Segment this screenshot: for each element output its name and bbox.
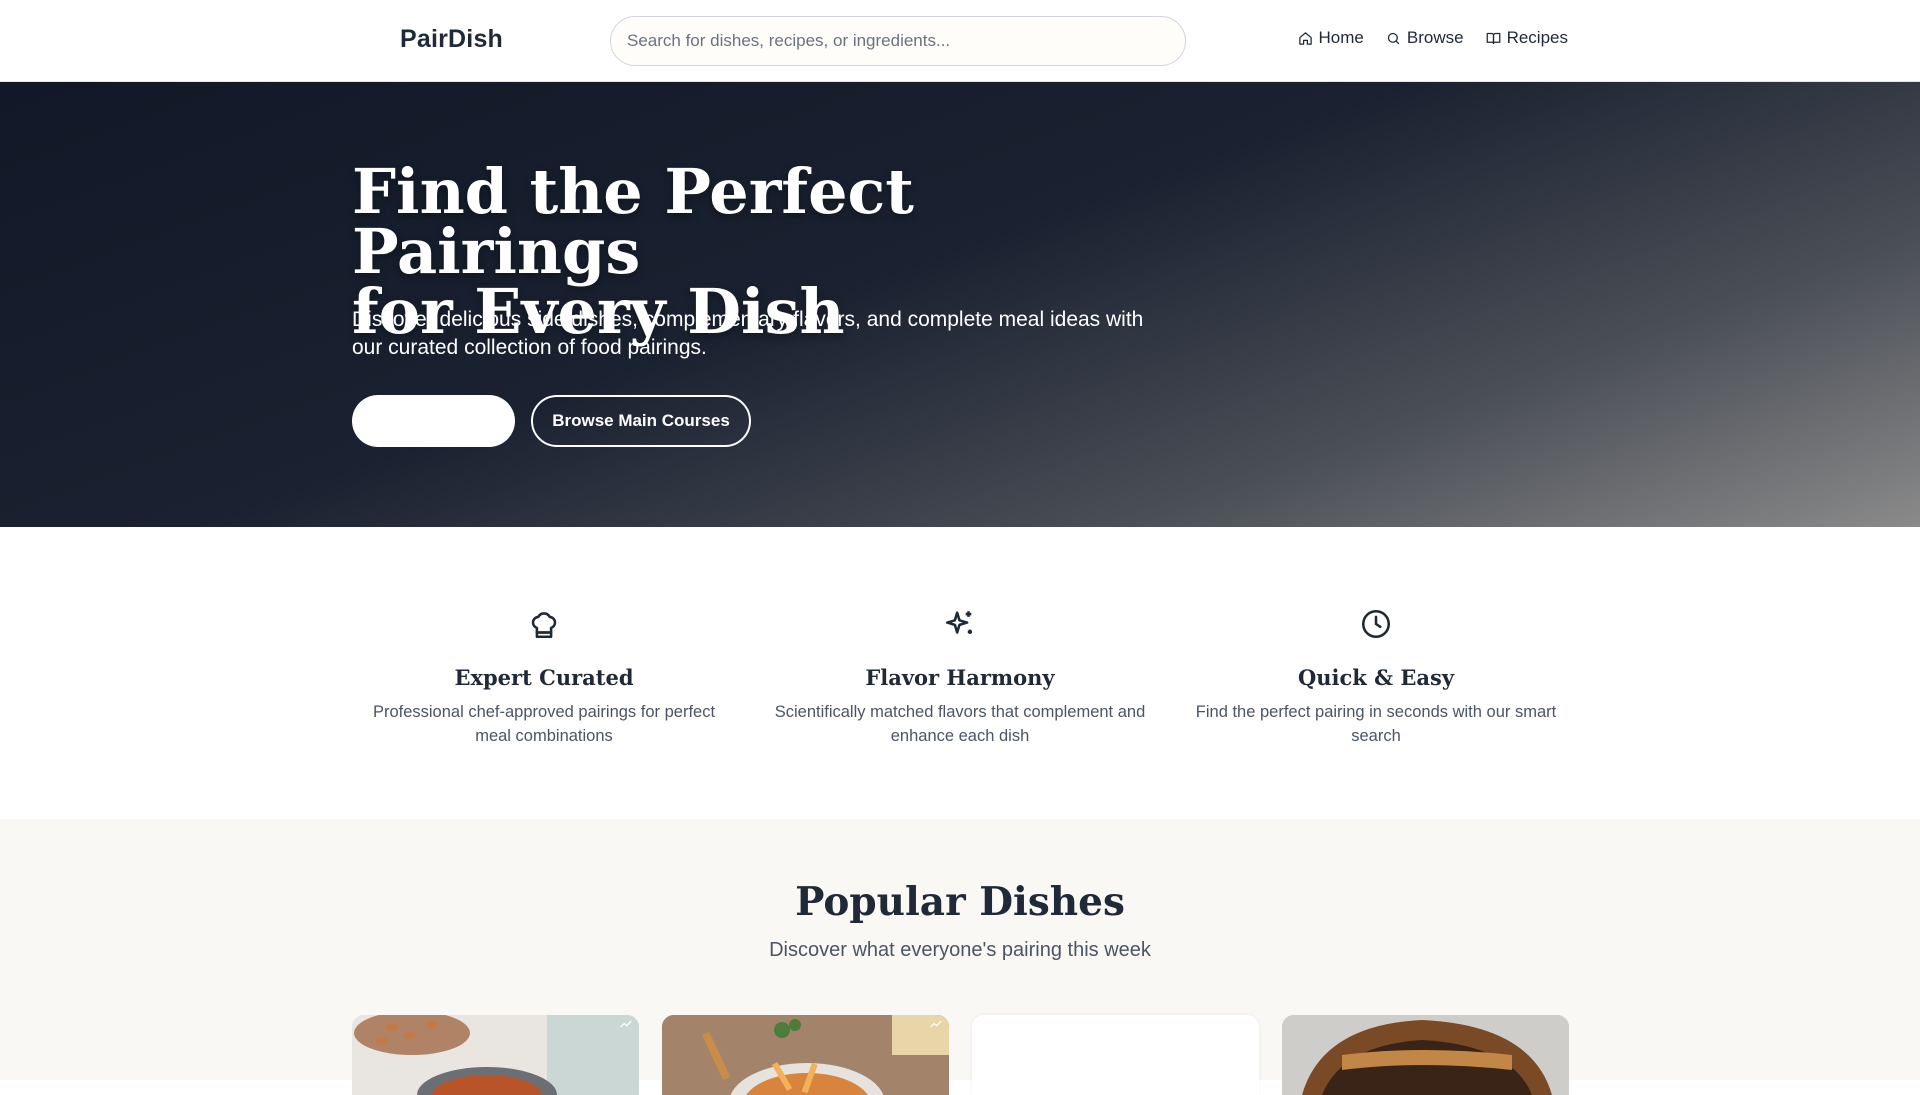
hero-primary-button[interactable] <box>352 395 515 447</box>
search-input[interactable] <box>611 17 1185 65</box>
features-section: Expert Curated Professional chef-approve… <box>0 527 1920 819</box>
feature-title: Flavor Harmony <box>865 665 1055 690</box>
sparkles-icon <box>945 611 973 634</box>
dish-card[interactable] <box>1282 1015 1569 1095</box>
feature-quick-easy: Quick & Easy Find the perfect pairing in… <box>1188 607 1564 748</box>
nav-recipes-label: Recipes <box>1506 28 1568 47</box>
dish-image <box>352 1015 639 1095</box>
feature-text: Find the perfect pairing in seconds with… <box>1195 703 1557 745</box>
feature-flavor-harmony: Flavor Harmony Scientifically matched fl… <box>772 607 1148 748</box>
hero-title-line1: Find the Perfect Pairings <box>352 155 914 288</box>
feature-title: Quick & Easy <box>1297 665 1455 690</box>
brand-logo[interactable]: PairDish <box>400 25 503 54</box>
dish-card[interactable] <box>352 1015 639 1095</box>
popular-title: Popular Dishes <box>795 879 1125 925</box>
popular-dishes-section: Popular Dishes Discover what everyone's … <box>0 819 1920 1095</box>
home-icon <box>1298 31 1312 45</box>
feature-title: Expert Curated <box>454 665 634 690</box>
search-bar[interactable] <box>610 16 1186 66</box>
popular-subtitle: Discover what everyone's pairing this we… <box>769 939 1151 961</box>
nav-home-label: Home <box>1318 28 1364 47</box>
search-icon <box>1387 32 1400 44</box>
trending-icon <box>620 1020 632 1028</box>
nav-recipes[interactable]: Recipes <box>1486 28 1568 48</box>
main-nav: Home Browse Recipes <box>1298 28 1568 48</box>
clock-icon <box>1361 609 1391 639</box>
hero-subtitle: Discover delicious side dishes, compleme… <box>352 308 1144 359</box>
nav-browse[interactable]: Browse <box>1386 28 1464 48</box>
dish-image <box>662 1015 949 1095</box>
feature-text: Scientifically matched flavors that comp… <box>774 703 1146 745</box>
book-icon <box>1486 32 1500 44</box>
chef-hat-icon <box>531 612 557 639</box>
nav-home[interactable]: Home <box>1298 28 1364 48</box>
feature-text: Professional chef-approved pairings for … <box>372 703 716 745</box>
feature-expert-curated: Expert Curated Professional chef-approve… <box>356 607 732 748</box>
dish-image <box>1282 1015 1569 1095</box>
hero-section: Find the Perfect Pairings for Every Dish… <box>0 82 1920 527</box>
dish-card[interactable] <box>972 1015 1259 1095</box>
dish-card[interactable] <box>662 1015 949 1095</box>
nav-browse-label: Browse <box>1406 28 1464 47</box>
browse-main-courses-button[interactable]: Browse Main Courses <box>531 395 751 447</box>
site-header: PairDish Home Browse Recipes <box>0 0 1920 82</box>
trending-icon <box>930 1020 942 1028</box>
